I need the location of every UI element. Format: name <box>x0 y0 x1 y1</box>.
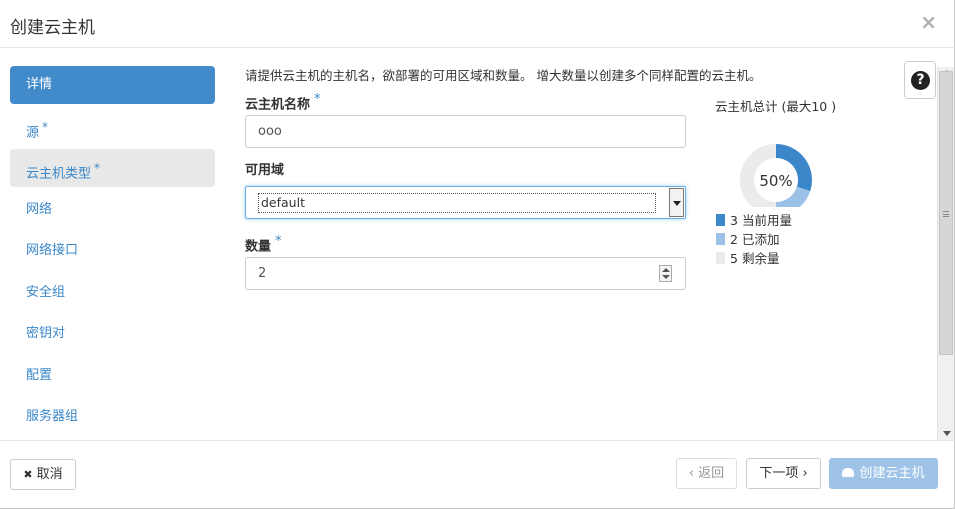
legend-swatch <box>716 252 725 264</box>
scroll-down-icon[interactable] <box>943 431 951 436</box>
chart-title: 云主机总计 (最大10 ) <box>715 99 837 114</box>
nav-item-key-pair[interactable]: 密钥对 <box>10 315 215 353</box>
next-label: 下一项 › <box>759 466 808 481</box>
nav-item-label: 密钥对 <box>26 326 66 341</box>
nav-item-label: 云主机类型 <box>26 166 92 182</box>
launch-label: 创建云主机 <box>859 466 925 481</box>
quota-donut: 50% <box>740 144 812 207</box>
availability-zone-label-text: 可用域 <box>245 163 285 178</box>
stepper-down-icon[interactable] <box>662 275 670 279</box>
legend-item: 3 当前用量 <box>716 211 792 230</box>
nav-item-network-ports[interactable]: 网络接口 <box>10 232 215 270</box>
cloud-upload-icon <box>842 468 855 477</box>
nav-item-label: 服务器组 <box>26 409 79 424</box>
count-stepper[interactable] <box>659 265 672 282</box>
instance-name-value: ooo <box>258 124 282 139</box>
legend-label: 当前用量 <box>741 213 792 228</box>
instance-name-input[interactable]: ooo <box>245 115 686 148</box>
required-mark: * <box>42 119 49 134</box>
close-icon: ✖ <box>23 468 33 481</box>
count-input[interactable]: 2 <box>245 257 686 290</box>
next-button[interactable]: 下一项 › <box>746 458 821 489</box>
required-mark: * <box>275 234 282 249</box>
nav-item-label: 配置 <box>26 367 53 383</box>
help-text: 请提供云主机的主机名，欲部署的可用区域和数量。 增大数量以创建多个同样配置的云主… <box>245 68 762 83</box>
launch-instance-button[interactable]: 创建云主机 <box>829 458 938 489</box>
nav-item-label: 网络接口 <box>26 243 79 258</box>
instance-quota-chart: 云主机总计 (最大10 ) 50% <box>710 96 850 207</box>
cancel-label: 取消 <box>36 467 63 482</box>
dialog-footer: ✖ 取消 ‹ 返回 下一项 › 创建云主机 <box>0 440 955 509</box>
scrollbar[interactable] <box>937 67 954 440</box>
chevron-down-icon[interactable] <box>669 188 684 217</box>
nav-item-label: 安全组 <box>26 284 66 300</box>
nav-item-server-groups[interactable]: 服务器组 <box>10 398 215 436</box>
wizard-nav: 详情 源 * 云主机类型 * 网络 网络接口 安全组 密钥对 配置 服务器组 <box>10 66 215 440</box>
count-value: 2 <box>258 266 267 281</box>
nav-item-source[interactable]: 源 * <box>10 108 215 146</box>
nav-item-security-groups[interactable]: 安全组 <box>10 274 215 312</box>
grip-icon <box>943 211 949 217</box>
legend-swatch <box>716 214 725 226</box>
dialog-header: 创建云主机 × <box>0 0 955 48</box>
legend-value: 2 <box>730 232 738 247</box>
cancel-button[interactable]: ✖ 取消 <box>10 459 76 490</box>
help-button[interactable]: ? <box>904 61 936 99</box>
legend-item: 2 已添加 <box>716 230 792 249</box>
nav-item-configuration[interactable]: 配置 <box>10 357 215 395</box>
instance-name-label-text: 云主机名称 <box>245 97 311 113</box>
required-mark: * <box>314 92 321 107</box>
legend-value: 3 <box>730 213 738 228</box>
back-label: ‹ 返回 <box>688 466 725 481</box>
legend-label: 剩余量 <box>741 251 780 266</box>
back-button[interactable]: ‹ 返回 <box>676 458 737 489</box>
stepper-up-icon[interactable] <box>662 268 670 272</box>
launch-instance-dialog: 创建云主机 × 详情 源 * 云主机类型 * 网络 网络接口 安全组 密钥对 配置 … <box>0 0 955 509</box>
question-icon: ? <box>911 71 930 90</box>
nav-item-label: 网络 <box>26 201 53 217</box>
legend-item: 5 剩余量 <box>716 249 792 268</box>
nav-item-flavor[interactable]: 云主机类型 * <box>10 149 215 187</box>
close-icon[interactable]: × <box>920 10 937 34</box>
availability-zone-value: default <box>258 193 656 213</box>
nav-item-networks[interactable]: 网络 <box>10 191 215 229</box>
required-mark: * <box>94 161 101 175</box>
chart-legend: 3 当前用量 2 已添加 5 剩余量 <box>716 211 792 268</box>
donut-center-label: 50% <box>759 172 792 190</box>
nav-item-label: 详情 <box>26 77 53 92</box>
legend-label: 已添加 <box>741 232 780 247</box>
scroll-thumb[interactable] <box>939 71 953 355</box>
donut-slice-1 <box>775 186 811 207</box>
nav-item-label: 源 <box>26 124 40 140</box>
nav-item-details[interactable]: 详情 <box>10 66 215 104</box>
legend-swatch <box>716 233 725 245</box>
legend-value: 5 <box>730 251 738 266</box>
dialog-title: 创建云主机 <box>10 18 95 38</box>
availability-zone-select[interactable]: default <box>245 186 686 219</box>
count-label-text: 数量 <box>245 239 272 255</box>
